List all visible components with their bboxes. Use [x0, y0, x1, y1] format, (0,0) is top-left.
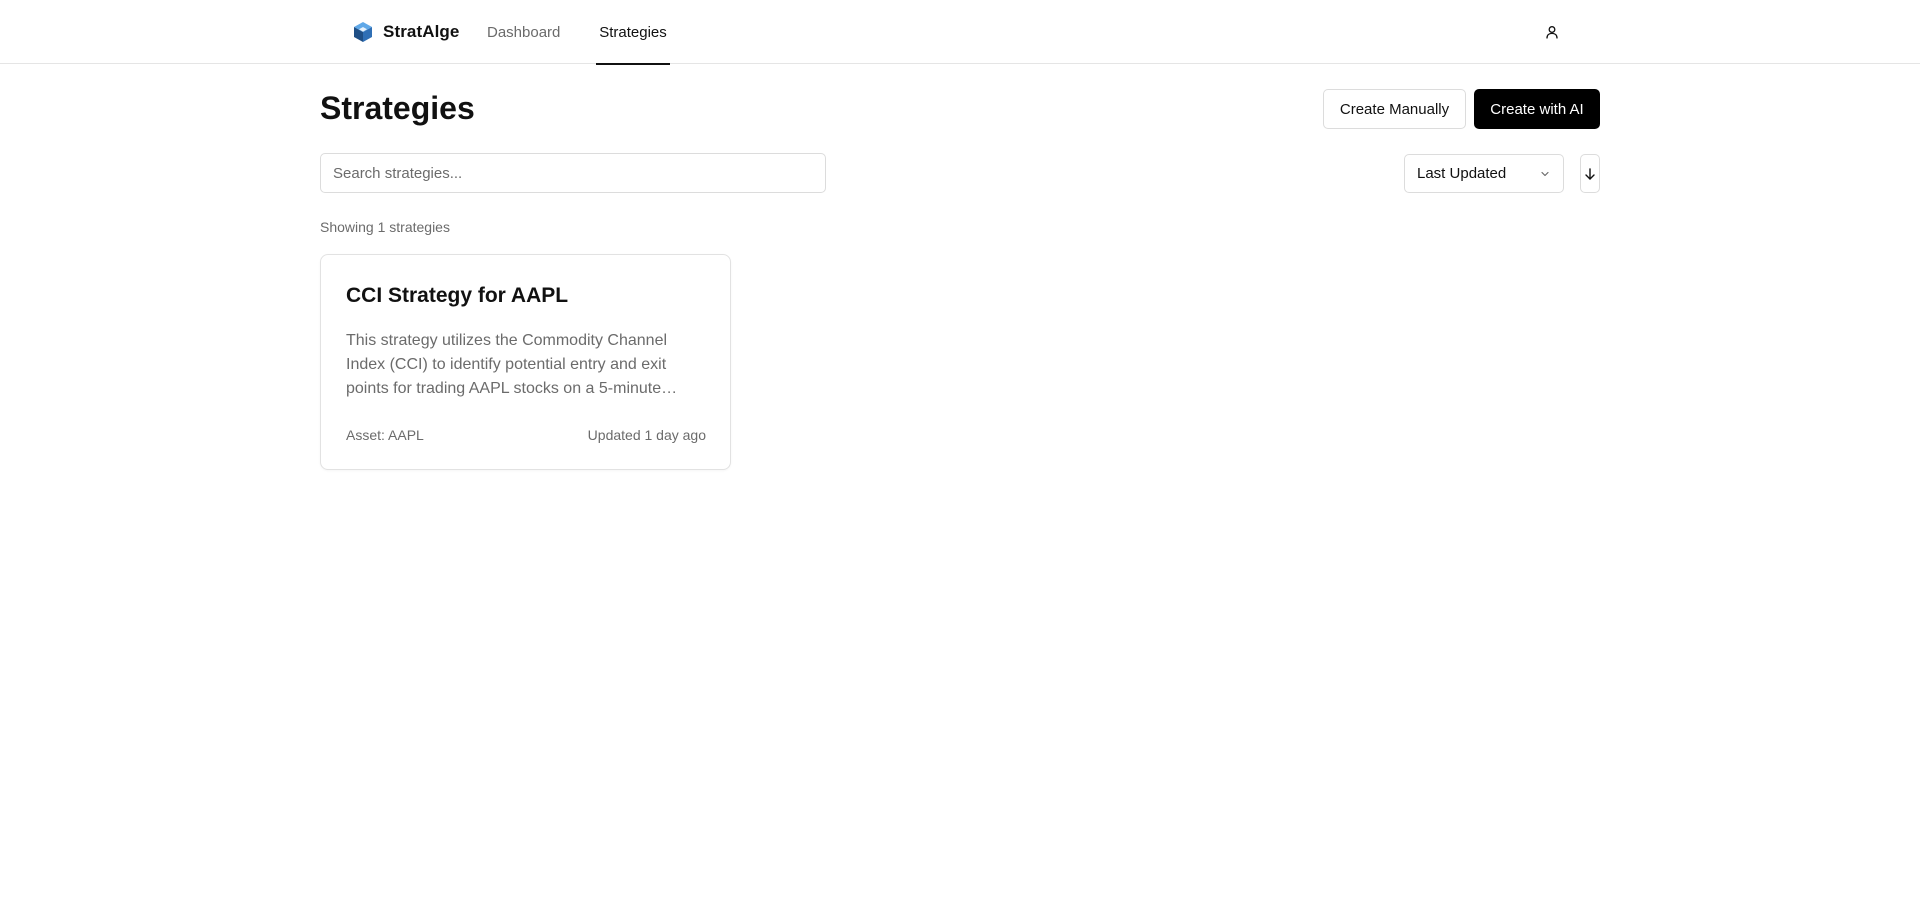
sort-direction-button[interactable]	[1580, 154, 1600, 193]
active-tab-indicator	[596, 63, 670, 65]
strategy-card[interactable]: CCI Strategy for AAPL This strategy util…	[320, 254, 731, 470]
nav-strategies[interactable]: Strategies	[596, 0, 670, 65]
strategy-card-description: This strategy utilizes the Commodity Cha…	[346, 332, 668, 397]
strategy-card-title: CCI Strategy for AAPL	[346, 284, 569, 307]
sort-selected-value: Last Updated	[1417, 165, 1507, 182]
results-count: Showing 1 strategies	[320, 219, 450, 235]
user-menu-button[interactable]	[1540, 20, 1564, 44]
chevron-down-icon	[1541, 171, 1549, 177]
page-title: Strategies	[320, 90, 475, 126]
create-manually-button[interactable]: Create Manually	[1323, 89, 1466, 129]
create-with-ai-button[interactable]: Create with AI	[1474, 89, 1600, 129]
sort-select[interactable]: Last Updated	[1404, 154, 1564, 193]
brand-logo-link[interactable]: StratAlge	[352, 20, 459, 44]
nav-dashboard[interactable]: Dashboard	[487, 0, 560, 64]
arrow-down-icon	[1585, 167, 1595, 180]
nav-strategies-label: Strategies	[599, 23, 667, 41]
user-icon	[1546, 26, 1558, 39]
strategy-card-updated: Updated 1 day ago	[587, 427, 706, 443]
top-navigation: StratAlge Dashboard Strategies	[0, 0, 1920, 65]
cube-logo-icon	[354, 22, 372, 42]
nav-dashboard-label: Dashboard	[487, 23, 561, 41]
search-input[interactable]	[320, 153, 826, 193]
brand-name: StratAlge	[383, 22, 460, 41]
strategy-card-asset: Asset: AAPL	[346, 427, 424, 443]
